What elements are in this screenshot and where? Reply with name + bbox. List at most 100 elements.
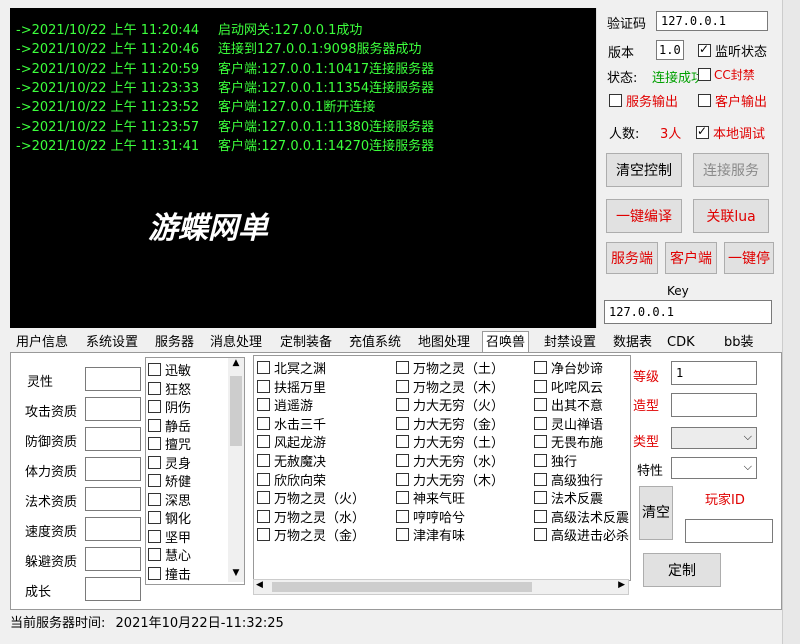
type-select[interactable]: ⌵ xyxy=(671,427,757,449)
passive-skill-item[interactable]: 静岳 xyxy=(148,416,191,435)
tab-7[interactable]: 召唤兽 xyxy=(482,331,530,354)
passive-skill-item[interactable]: 撞击 xyxy=(148,564,191,583)
skill-item[interactable]: 力大无穷（土） xyxy=(396,432,504,451)
clear-custom-button[interactable]: 清空 xyxy=(639,486,673,540)
service-output-checkbox[interactable]: 服务输出 xyxy=(609,91,678,110)
link-lua-button[interactable]: 关联lua xyxy=(693,199,769,233)
client-button[interactable]: 客户端 xyxy=(665,242,717,274)
skill-item[interactable]: 净台妙谛 xyxy=(534,358,603,377)
skill-item[interactable]: 高级独行 xyxy=(534,470,603,489)
skill-item[interactable]: 法术反震 xyxy=(534,488,603,507)
model-input[interactable] xyxy=(671,393,757,417)
skill-item[interactable]: 水击三千 xyxy=(257,414,326,433)
skill-label: 逍遥游 xyxy=(274,399,314,415)
custom-button[interactable]: 定制 xyxy=(643,553,721,587)
skill-item[interactable]: 万物之灵（火） xyxy=(257,488,365,507)
attr-input[interactable] xyxy=(85,427,141,451)
one-click-compile-button[interactable]: 一键编译 xyxy=(606,199,682,233)
tab-11[interactable]: bb装 xyxy=(724,333,754,353)
client-output-checkbox[interactable]: 客户输出 xyxy=(698,91,767,110)
passive-skill-item[interactable]: 慧心 xyxy=(148,545,191,564)
passive-skill-item[interactable]: 深思 xyxy=(148,490,191,509)
scroll-down-icon[interactable]: ▼ xyxy=(228,568,244,582)
passive-skill-item[interactable]: 阴伤 xyxy=(148,397,191,416)
passive-skill-item[interactable]: 钢化 xyxy=(148,508,191,527)
tab-5[interactable]: 充值系统 xyxy=(349,333,401,353)
passive-skill-item[interactable]: 迅敏 xyxy=(148,360,191,379)
console-title: 游蝶网单 xyxy=(148,211,268,246)
skill-item[interactable]: 北冥之渊 xyxy=(257,358,326,377)
attr-input[interactable] xyxy=(85,367,141,391)
attr-input[interactable] xyxy=(85,487,141,511)
version-input[interactable]: 1.0 xyxy=(656,40,684,60)
attr-label: 灵性 xyxy=(27,375,54,390)
console-edge xyxy=(596,8,599,328)
passive-skill-item[interactable]: 矫健 xyxy=(148,471,191,490)
skill-item[interactable]: 无赦魔决 xyxy=(257,451,326,470)
skill-item[interactable]: 欣欣向荣 xyxy=(257,470,326,489)
player-id-input[interactable] xyxy=(685,519,773,543)
verify-input[interactable]: 127.0.0.1 xyxy=(656,11,768,31)
skill-item[interactable]: 独行 xyxy=(534,451,577,470)
one-click-stop-button[interactable]: 一键停 xyxy=(724,242,774,274)
attr-input[interactable] xyxy=(85,577,141,601)
passive-skill-list[interactable]: 迅敏 狂怒 阴伤 静岳 擅咒 灵身 矫健 深思 钢化 坚甲 慧心 撞击 ▲ ▼ xyxy=(145,357,245,585)
skill-item[interactable]: 神来气旺 xyxy=(396,488,465,507)
skill-item[interactable]: 无畏布施 xyxy=(534,432,603,451)
attr-input[interactable] xyxy=(85,397,141,421)
listen-status-checkbox[interactable]: 监听状态 xyxy=(698,41,767,60)
tab-1[interactable]: 系统设置 xyxy=(86,333,138,353)
skill-item[interactable]: 高级进击必杀 xyxy=(534,525,629,544)
tab-4[interactable]: 定制装备 xyxy=(280,333,332,353)
skill-label: 灵山禅语 xyxy=(551,417,604,433)
log-console[interactable]: ->2021/10/22 上午 11:20:44 启动网关:127.0.0.1成功… xyxy=(10,8,596,328)
cc-ban-checkbox[interactable]: CC封禁 xyxy=(698,66,755,83)
skill-item[interactable]: 万物之灵（金） xyxy=(257,525,365,544)
skill-item[interactable]: 扶摇万里 xyxy=(257,377,326,396)
skill-item[interactable]: 力大无穷（木） xyxy=(396,470,504,489)
tab-10[interactable]: CDK xyxy=(667,333,695,353)
passive-skill-item[interactable]: 坚甲 xyxy=(148,527,191,546)
attr-input[interactable] xyxy=(85,547,141,571)
tab-9[interactable]: 数据表 xyxy=(613,333,652,353)
skill-item[interactable]: 风起龙游 xyxy=(257,432,326,451)
list-scrollbar[interactable]: ▲ ▼ xyxy=(228,358,244,582)
key-input[interactable]: 127.0.0.1 xyxy=(604,300,772,324)
attr-input[interactable] xyxy=(85,517,141,541)
skill-item[interactable]: 出其不意 xyxy=(534,395,603,414)
tab-6[interactable]: 地图处理 xyxy=(418,333,470,353)
tab-2[interactable]: 服务器 xyxy=(155,333,194,353)
connect-service-button[interactable]: 连接服务 xyxy=(693,153,769,187)
scroll-right-icon[interactable]: ▶ xyxy=(618,580,625,590)
attr-input[interactable] xyxy=(85,457,141,481)
skill-checklist[interactable]: 北冥之渊 扶摇万里逍遥游 水击三千 风起龙游 无赦魔决 欣欣向荣 万物之灵（火） 万物之灵（水… xyxy=(253,355,631,581)
trait-select[interactable]: ⌵ xyxy=(671,457,757,479)
server-button[interactable]: 服务端 xyxy=(606,242,658,274)
skill-item[interactable]: 灵山禅语 xyxy=(534,414,603,433)
tab-3[interactable]: 消息处理 xyxy=(210,333,262,353)
passive-skill-item[interactable]: 狂怒 xyxy=(148,379,191,398)
level-input[interactable]: 1 xyxy=(671,361,757,385)
skill-item[interactable]: 力大无穷（金） xyxy=(396,414,504,433)
tab-8[interactable]: 封禁设置 xyxy=(544,333,596,353)
passive-skill-item[interactable]: 擅咒 xyxy=(148,434,191,453)
passive-skill-item[interactable]: 灵身 xyxy=(148,453,191,472)
scroll-left-icon[interactable]: ◀ xyxy=(256,580,263,590)
local-debug-checkbox[interactable]: 本地调试 xyxy=(696,123,765,142)
skill-item[interactable]: 高级法术反震 xyxy=(534,507,629,526)
scroll-thumb[interactable] xyxy=(230,376,242,446)
clear-control-button[interactable]: 清空控制 xyxy=(606,153,682,187)
skill-item[interactable]: 叱咤风云 xyxy=(534,377,603,396)
skill-item[interactable]: 万物之灵（木） xyxy=(396,377,504,396)
skill-list-hscrollbar[interactable]: ◀ ▶ xyxy=(253,579,629,595)
hscroll-thumb[interactable] xyxy=(272,582,532,592)
skill-item[interactable]: 万物之灵（水） xyxy=(257,507,365,526)
skill-item[interactable]: 逍遥游 xyxy=(257,395,313,414)
scroll-up-icon[interactable]: ▲ xyxy=(228,358,244,372)
skill-item[interactable]: 万物之灵（土） xyxy=(396,358,504,377)
skill-item[interactable]: 哼哼哈兮 xyxy=(396,507,465,526)
skill-item[interactable]: 力大无穷（水） xyxy=(396,451,504,470)
tab-0[interactable]: 用户信息 xyxy=(16,333,68,353)
skill-item[interactable]: 力大无穷（火） xyxy=(396,395,504,414)
skill-item[interactable]: 津津有味 xyxy=(396,525,465,544)
